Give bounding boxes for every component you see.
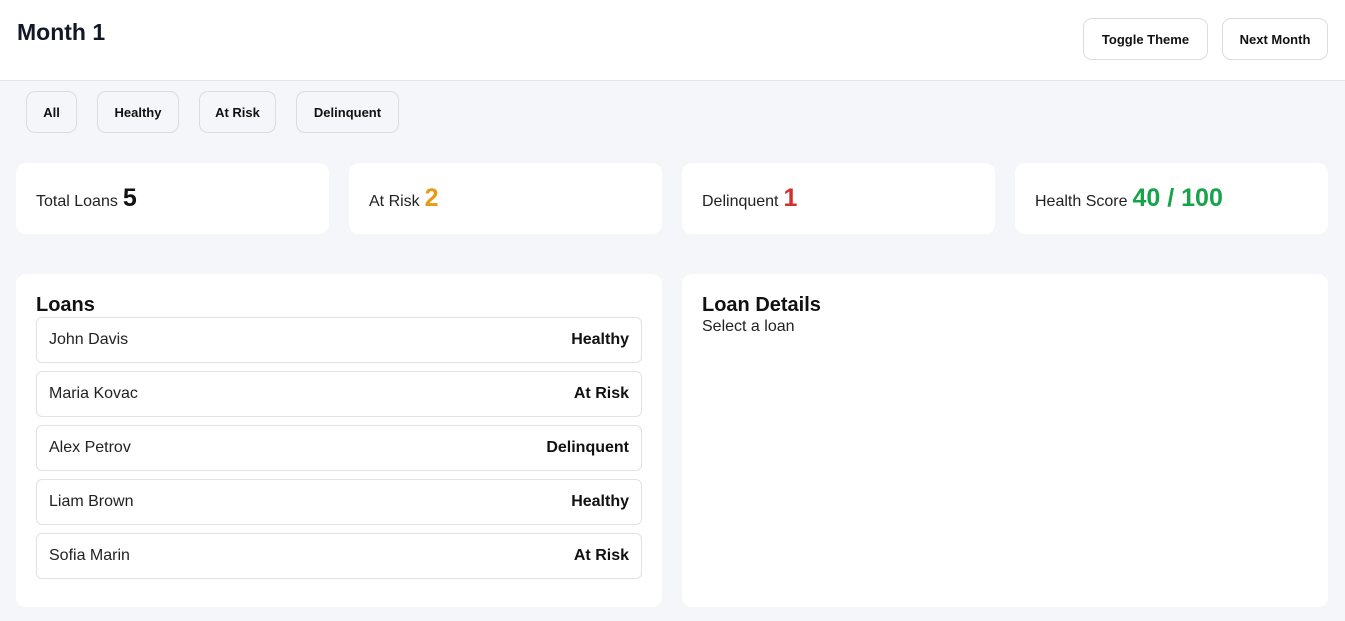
loan-status: Healthy: [571, 331, 629, 348]
loans-panel: Loans John Davis Healthy Maria Kovac At …: [16, 274, 662, 607]
loan-row[interactable]: John Davis Healthy: [36, 317, 642, 363]
loans-panel-title: Loans: [36, 294, 95, 316]
total-loans-card: Total Loans 5: [16, 163, 329, 234]
page-title: Month 1: [17, 19, 106, 45]
delinquent-label: Delinquent: [702, 192, 779, 210]
loan-details-panel: Loan Details Select a loan: [682, 274, 1328, 607]
loan-row[interactable]: Sofia Marin At Risk: [36, 533, 642, 579]
filter-healthy-button[interactable]: Healthy: [97, 91, 179, 133]
loan-name: John Davis: [49, 331, 129, 348]
total-loans-value: 5: [122, 184, 137, 212]
delinquent-card: Delinquent 1: [682, 163, 995, 234]
health-score-card: Health Score 40 / 100: [1015, 163, 1328, 234]
health-score-label: Health Score: [1035, 192, 1128, 210]
loan-name: Liam Brown: [49, 493, 134, 510]
delinquent-value: 1: [783, 184, 798, 212]
filter-delinquent-button[interactable]: Delinquent: [296, 91, 399, 133]
total-loans-label: Total Loans: [36, 192, 118, 210]
loan-status: At Risk: [573, 547, 629, 564]
at-risk-value: 2: [424, 184, 439, 212]
loan-row[interactable]: Alex Petrov Delinquent: [36, 425, 642, 471]
health-score-value: 40 / 100: [1132, 184, 1223, 212]
loan-status: Healthy: [571, 493, 629, 510]
loan-name: Alex Petrov: [49, 439, 131, 456]
top-header: Month 1 Toggle Theme Next Month: [0, 0, 1345, 81]
loan-row[interactable]: Liam Brown Healthy: [36, 479, 642, 525]
at-risk-label: At Risk: [369, 192, 420, 210]
loan-status: Delinquent: [546, 439, 629, 456]
toggle-theme-button[interactable]: Toggle Theme: [1083, 18, 1208, 60]
loan-details-placeholder: Select a loan: [702, 318, 795, 335]
loan-name: Maria Kovac: [49, 385, 138, 402]
loan-name: Sofia Marin: [49, 547, 130, 564]
loan-row[interactable]: Maria Kovac At Risk: [36, 371, 642, 417]
next-month-button[interactable]: Next Month: [1222, 18, 1328, 60]
loan-status: At Risk: [573, 385, 629, 402]
at-risk-card: At Risk 2: [349, 163, 662, 234]
filter-all-button[interactable]: All: [26, 91, 77, 133]
filter-at-risk-button[interactable]: At Risk: [199, 91, 276, 133]
loan-details-title: Loan Details: [702, 294, 821, 316]
